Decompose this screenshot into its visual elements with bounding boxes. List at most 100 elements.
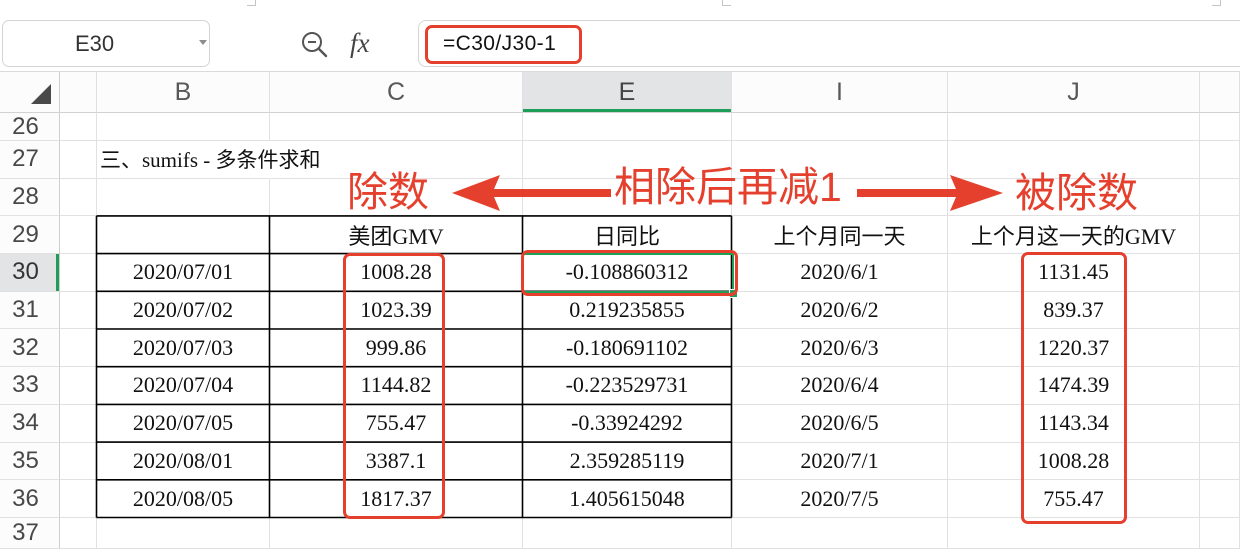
cell-j28[interactable]: [948, 178, 1200, 217]
row-header-32[interactable]: 32: [0, 329, 60, 368]
cell-i27[interactable]: [732, 141, 948, 179]
cell-j34[interactable]: 1143.34: [948, 404, 1200, 443]
cell-c37[interactable]: [270, 517, 523, 549]
cell-b33[interactable]: 2020/07/04: [97, 367, 270, 405]
cell-j26[interactable]: [948, 113, 1200, 141]
name-box[interactable]: E30: [2, 20, 210, 67]
row-header-28[interactable]: 28: [0, 178, 60, 217]
cell-j36[interactable]: 755.47: [948, 480, 1200, 518]
cell-i32[interactable]: 2020/6/3: [732, 329, 948, 368]
cell-i35[interactable]: 2020/7/1: [732, 442, 948, 481]
cell-b32[interactable]: 2020/07/03: [97, 329, 270, 368]
empty-cell[interactable]: [1200, 254, 1240, 292]
cell-c30[interactable]: 1008.28: [270, 254, 523, 292]
cell-b28[interactable]: [97, 178, 270, 217]
cell-c35[interactable]: 3387.1: [270, 442, 523, 481]
column-header-blank[interactable]: [1200, 72, 1240, 113]
cell-i30[interactable]: 2020/6/1: [732, 254, 948, 292]
cell-e31[interactable]: 0.219235855: [523, 291, 732, 330]
cell-c32[interactable]: 999.86: [270, 329, 523, 368]
row-header-31[interactable]: 31: [0, 291, 60, 330]
empty-cell[interactable]: [60, 367, 97, 405]
cell-i33[interactable]: 2020/6/4: [732, 367, 948, 405]
column-header-blank[interactable]: [60, 72, 97, 113]
cell-i36[interactable]: 2020/7/5: [732, 480, 948, 518]
cell-c26[interactable]: [270, 113, 523, 141]
empty-cell[interactable]: [1200, 517, 1240, 549]
cell-i29[interactable]: 上个月同一天: [732, 216, 948, 255]
cell-b37[interactable]: [97, 517, 270, 549]
row-header-30[interactable]: 30: [0, 254, 60, 292]
column-header-e[interactable]: E: [523, 72, 732, 113]
formula-input[interactable]: =C30/J30-1: [418, 20, 1240, 67]
cell-c29[interactable]: 美团GMV: [270, 216, 523, 255]
row-header-29[interactable]: 29: [0, 216, 60, 255]
empty-cell[interactable]: [60, 216, 97, 255]
empty-cell[interactable]: [60, 442, 97, 481]
empty-cell[interactable]: [60, 254, 97, 292]
empty-cell[interactable]: [60, 113, 97, 141]
cell-c28[interactable]: [270, 178, 523, 217]
cell-b35[interactable]: 2020/08/01: [97, 442, 270, 481]
column-header-j[interactable]: J: [948, 72, 1200, 113]
magnifier-icon[interactable]: [299, 29, 329, 59]
cell-e35[interactable]: 2.359285119: [523, 442, 732, 481]
row-header-35[interactable]: 35: [0, 442, 60, 481]
cell-e28[interactable]: [523, 178, 732, 217]
cell-i28[interactable]: [732, 178, 948, 217]
empty-cell[interactable]: [1200, 480, 1240, 518]
cell-b26[interactable]: [97, 113, 270, 141]
cell-j27[interactable]: [948, 141, 1200, 179]
cell-j33[interactable]: 1474.39: [948, 367, 1200, 405]
empty-cell[interactable]: [60, 141, 97, 179]
row-header-27[interactable]: 27: [0, 141, 60, 179]
cell-e34[interactable]: -0.33924292: [523, 404, 732, 443]
column-header-b[interactable]: B: [97, 72, 270, 113]
cell-b27[interactable]: 三、sumifs - 多条件求和: [97, 141, 321, 179]
cell-b30[interactable]: 2020/07/01: [97, 254, 270, 292]
row-header-36[interactable]: 36: [0, 480, 60, 518]
cell-b29[interactable]: [97, 216, 270, 255]
cell-e27[interactable]: [523, 141, 732, 179]
cell-c34[interactable]: 755.47: [270, 404, 523, 443]
empty-cell[interactable]: [60, 480, 97, 518]
column-header-c[interactable]: C: [270, 72, 523, 113]
select-all-corner[interactable]: [0, 72, 60, 113]
cell-j31[interactable]: 839.37: [948, 291, 1200, 330]
empty-cell[interactable]: [1200, 178, 1240, 217]
empty-cell[interactable]: [1200, 404, 1240, 443]
empty-cell[interactable]: [1200, 141, 1240, 179]
row-header-26[interactable]: 26: [0, 113, 60, 141]
cell-e30[interactable]: -0.108860312: [523, 254, 732, 292]
empty-cell[interactable]: [60, 404, 97, 443]
cell-b36[interactable]: 2020/08/05: [97, 480, 270, 518]
empty-cell[interactable]: [1200, 291, 1240, 330]
cell-e37[interactable]: [523, 517, 732, 549]
cell-i31[interactable]: 2020/6/2: [732, 291, 948, 330]
cell-c33[interactable]: 1144.82: [270, 367, 523, 405]
cell-e32[interactable]: -0.180691102: [523, 329, 732, 368]
cell-b34[interactable]: 2020/07/05: [97, 404, 270, 443]
empty-cell[interactable]: [60, 517, 97, 549]
cell-j29[interactable]: 上个月这一天的GMV: [948, 216, 1200, 255]
cell-e26[interactable]: [523, 113, 732, 141]
cell-j37[interactable]: [948, 517, 1200, 549]
cell-e29[interactable]: 日同比: [523, 216, 732, 255]
empty-cell[interactable]: [1200, 216, 1240, 255]
cell-i26[interactable]: [732, 113, 948, 141]
column-header-i[interactable]: I: [732, 72, 948, 113]
cell-i37[interactable]: [732, 517, 948, 549]
fill-handle[interactable]: [729, 289, 738, 298]
empty-cell[interactable]: [60, 329, 97, 368]
insert-function-button[interactable]: fx: [350, 27, 370, 59]
cell-c36[interactable]: 1817.37: [270, 480, 523, 518]
cell-e33[interactable]: -0.223529731: [523, 367, 732, 405]
empty-cell[interactable]: [1200, 329, 1240, 368]
empty-cell[interactable]: [60, 291, 97, 330]
cell-b31[interactable]: 2020/07/02: [97, 291, 270, 330]
empty-cell[interactable]: [1200, 367, 1240, 405]
row-header-37[interactable]: 37: [0, 517, 60, 549]
cell-j35[interactable]: 1008.28: [948, 442, 1200, 481]
cell-j30[interactable]: 1131.45: [948, 254, 1200, 292]
cell-j32[interactable]: 1220.37: [948, 329, 1200, 368]
